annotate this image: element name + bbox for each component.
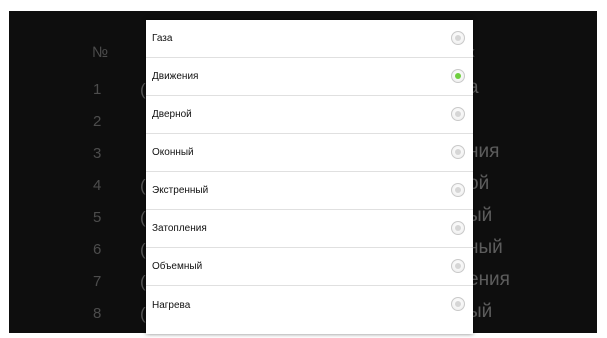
option-volumetric[interactable]: Объемный xyxy=(146,248,473,286)
option-window[interactable]: Оконный xyxy=(146,134,473,172)
right-column-header: к xyxy=(468,44,588,78)
row-number: 5 xyxy=(93,209,102,226)
option-emergency[interactable]: Экстренный xyxy=(146,172,473,210)
radio-button[interactable] xyxy=(451,31,465,45)
number-column: 1 2 3 4 5 6 7 8 xyxy=(93,80,113,333)
right-fragment: ый xyxy=(468,205,493,226)
row-number: 3 xyxy=(93,145,102,162)
option-door[interactable]: Дверной xyxy=(146,96,473,134)
number-column-header: № xyxy=(92,44,109,61)
option-label: Дверной xyxy=(152,109,192,120)
row-number: 6 xyxy=(93,241,102,258)
radio-button[interactable] xyxy=(451,69,465,83)
option-label: Оконный xyxy=(152,147,194,158)
radio-button[interactable] xyxy=(451,259,465,273)
row-number: 4 xyxy=(93,177,102,194)
radio-button[interactable] xyxy=(451,145,465,159)
row-number: 2 xyxy=(93,113,102,130)
option-motion[interactable]: Движения xyxy=(146,58,473,96)
option-flood[interactable]: Затопления xyxy=(146,210,473,248)
sensor-type-dialog: Газа Движения Дверной Оконный Экстренный… xyxy=(146,20,473,334)
right-fragment: ения xyxy=(468,269,510,290)
right-fragment: ный xyxy=(468,237,503,258)
radio-button[interactable] xyxy=(451,183,465,197)
right-fragment xyxy=(468,110,588,142)
row-number: 8 xyxy=(93,305,102,322)
row-number: 1 xyxy=(93,81,102,98)
option-label: Движения xyxy=(152,71,199,82)
right-column-fragments: к а ния ой ый ный ения ый xyxy=(468,44,588,333)
right-fragment: ой xyxy=(468,173,490,194)
option-gas[interactable]: Газа xyxy=(146,20,473,58)
radio-button[interactable] xyxy=(451,107,465,121)
option-label: Нагрева xyxy=(152,300,191,311)
option-label: Экстренный xyxy=(152,185,209,196)
radio-button[interactable] xyxy=(451,221,465,235)
option-label: Затопления xyxy=(152,223,207,234)
option-label: Газа xyxy=(152,33,173,44)
option-label: Объемный xyxy=(152,261,203,272)
row-number: 7 xyxy=(93,273,102,290)
option-heating[interactable]: Нагрева xyxy=(146,286,473,334)
right-fragment: ния xyxy=(468,141,500,162)
right-fragment: а xyxy=(468,77,479,98)
radio-button[interactable] xyxy=(451,297,465,311)
right-fragment: ый xyxy=(468,301,493,322)
